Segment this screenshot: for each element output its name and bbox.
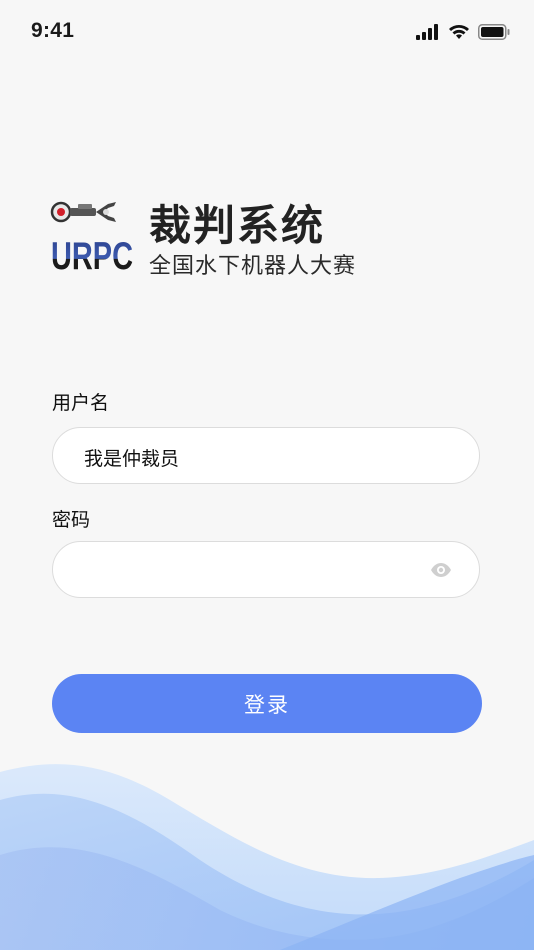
status-bar: 9:41	[0, 0, 534, 64]
wave-decoration	[0, 764, 534, 950]
signal-icon	[416, 24, 438, 40]
urpc-logo: URPC	[50, 201, 133, 272]
username-input[interactable]: 我是仲裁员	[52, 427, 480, 484]
logo-text: URPC	[51, 235, 133, 272]
login-button[interactable]: 登录	[52, 674, 482, 733]
status-icons	[416, 24, 510, 40]
username-value[interactable]: 我是仲裁员	[84, 444, 179, 471]
password-label: 密码	[52, 509, 91, 531]
app-title: 裁判系统	[149, 201, 326, 250]
eye-icon[interactable]	[430, 562, 452, 578]
app-subtitle: 全国水下机器人大赛	[149, 254, 357, 279]
status-time: 9:41	[31, 19, 75, 42]
battery-icon	[478, 24, 510, 40]
password-input[interactable]	[52, 541, 480, 598]
brand-header: URPC 裁判系统 全国水下机器人大赛	[50, 196, 470, 286]
wifi-icon	[449, 25, 469, 39]
username-label: 用户名	[52, 392, 110, 414]
